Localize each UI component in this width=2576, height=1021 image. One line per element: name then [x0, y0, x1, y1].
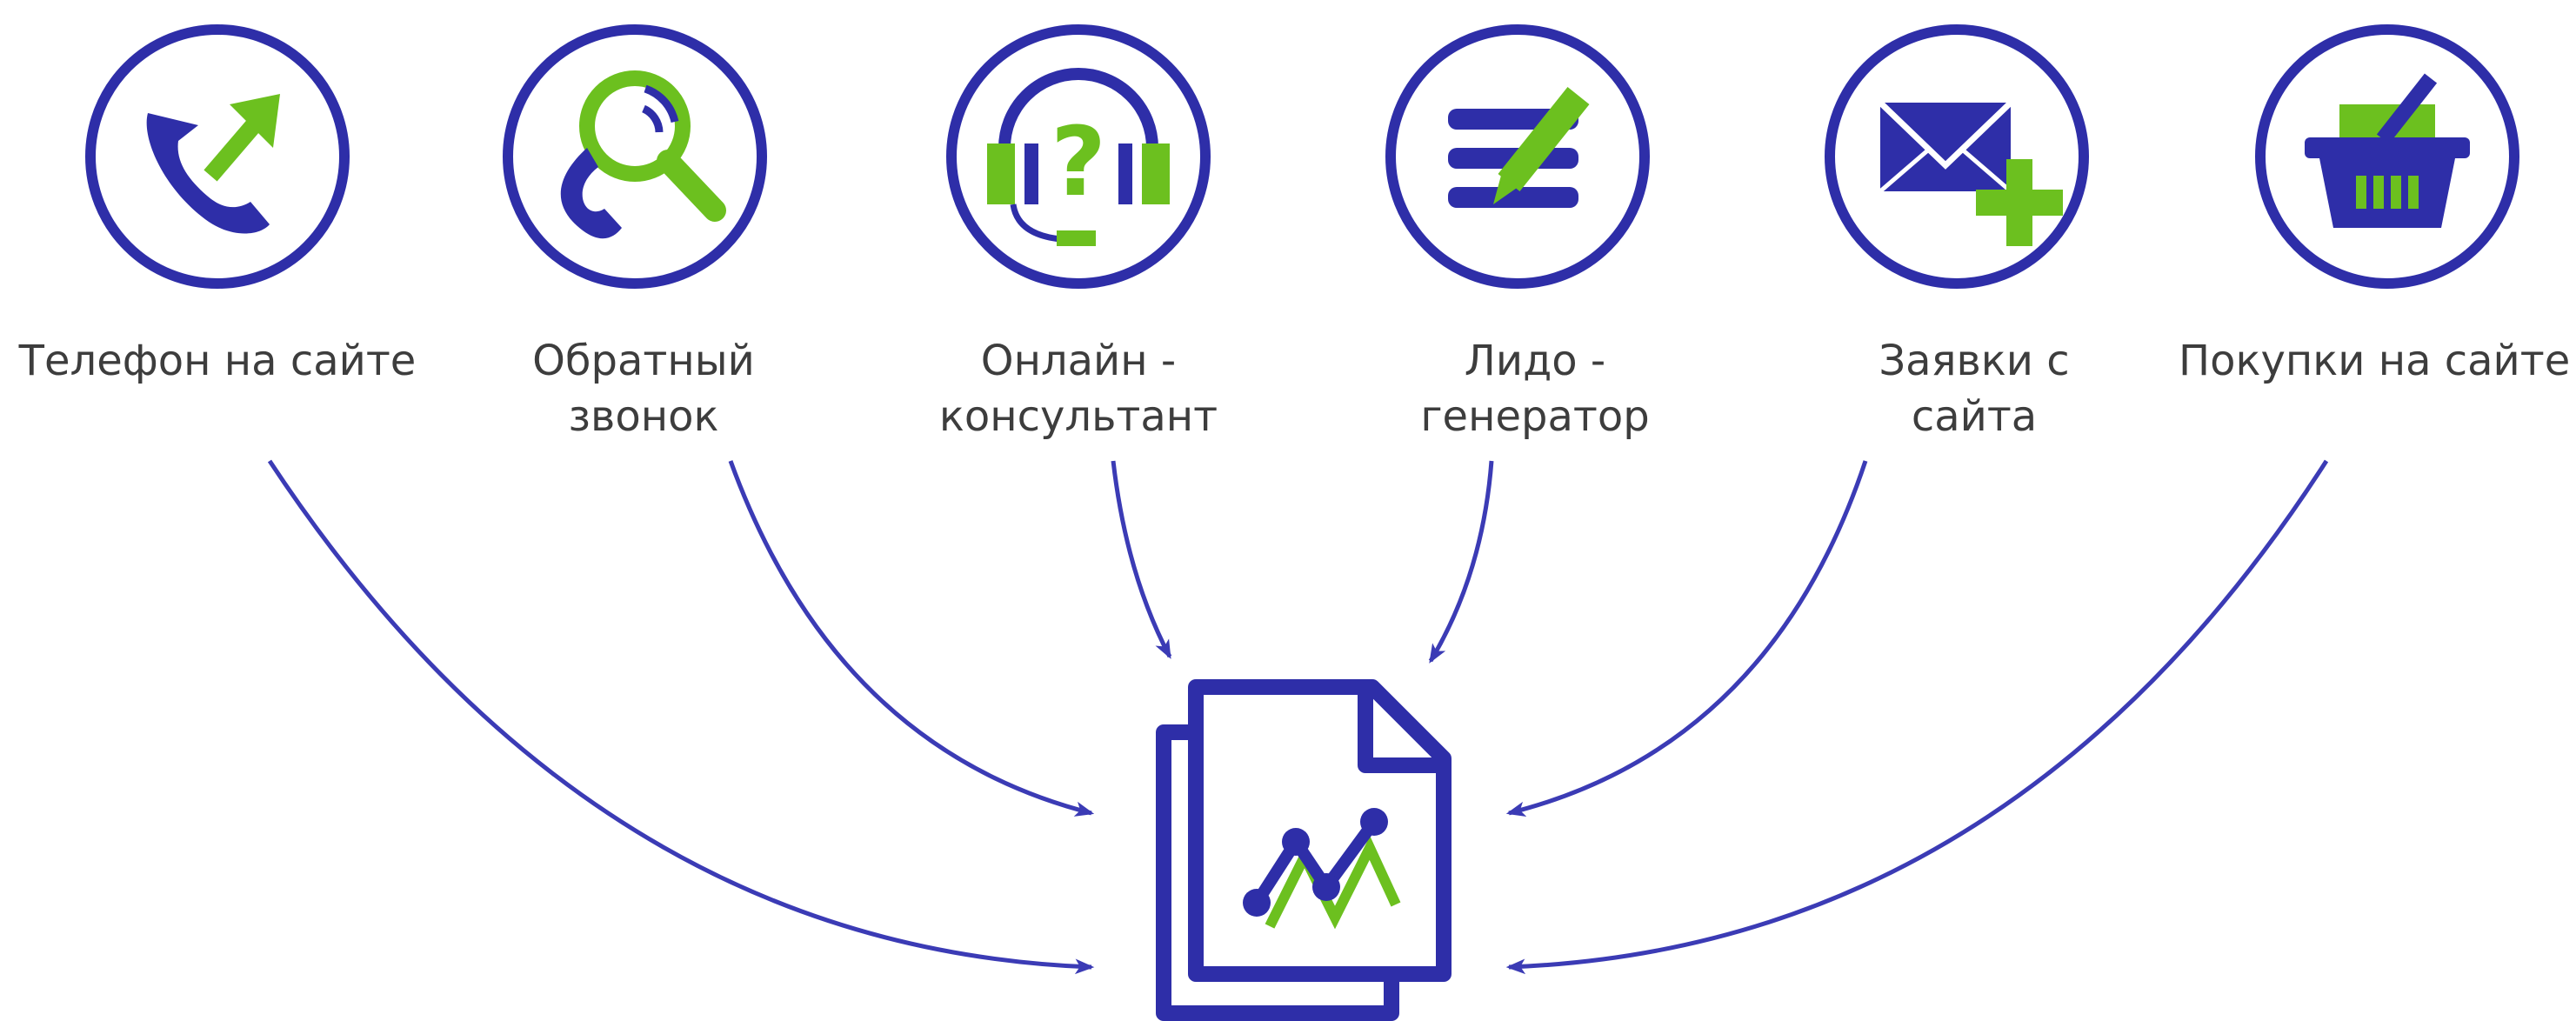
envelope-plus-icon [1825, 24, 2089, 289]
basket-pencil-icon [2255, 24, 2519, 289]
label-lido-generator: Лидо - генератор [1420, 337, 1650, 441]
headset-question-icon: ? [946, 24, 1211, 289]
label-pokupki-na-saite: Покупки на сайте [2179, 337, 2571, 385]
label-obratny-zvonok: Обратный звонок [532, 337, 755, 441]
arrow-online [1111, 460, 1172, 659]
arrow-obratny [728, 460, 1095, 817]
svg-text:?: ? [1051, 106, 1106, 217]
arrow-pokupki [1505, 459, 2329, 975]
lead-sources-diagram: ? [85, 24, 2519, 1021]
arrow-lido [1428, 460, 1494, 664]
label-zayavki-s-saita: Заявки с сайта [1879, 337, 2070, 441]
label-online-konsultant: Онлайн - консультант [938, 337, 1218, 441]
list-pencil-icon [1385, 24, 1650, 289]
label-telefon-na-saite: Телефон на сайте [18, 337, 417, 385]
arrow-zayavki [1505, 460, 1868, 817]
phone-arrow-icon [85, 24, 350, 289]
phone-magnifier-icon [503, 24, 767, 289]
report-chart-icon [1156, 679, 1452, 1021]
arrow-telefon [267, 459, 1095, 975]
